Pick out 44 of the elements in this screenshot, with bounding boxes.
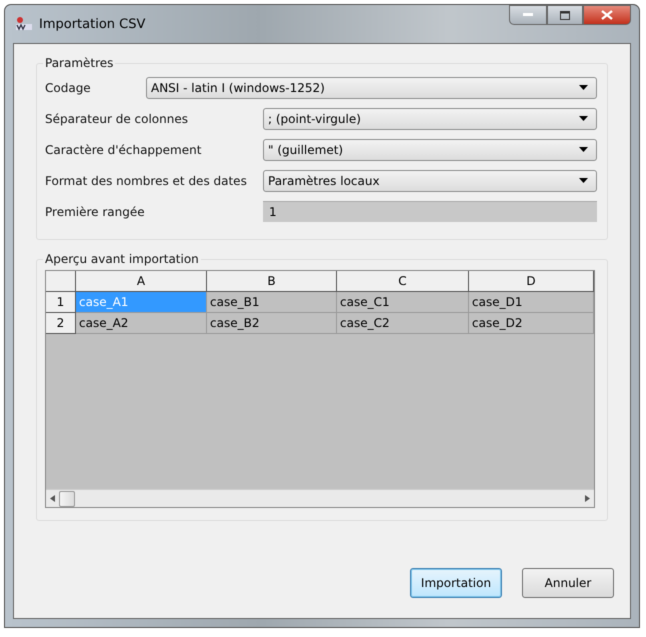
table-cell[interactable]: case_C1 [337,292,469,313]
column-header[interactable]: B [207,271,337,292]
minimize-icon [523,13,533,17]
row-header[interactable]: 2 [46,313,76,334]
scrollbar-thumb[interactable] [59,490,75,506]
table-cell[interactable]: case_C2 [337,313,469,334]
close-button[interactable] [583,5,631,25]
dropdown[interactable]: ; (point-virgule) [263,108,597,130]
maximize-icon [560,10,570,20]
column-header[interactable]: C [337,271,469,292]
window-title: Importation CSV [39,16,146,32]
maximize-button[interactable] [547,5,583,25]
field-label: Caractère d'échappement [45,142,202,156]
field-label: Codage [45,80,92,94]
dropdown-arrow-icon [579,85,588,90]
table-cell[interactable]: case_B2 [207,313,337,334]
column-header[interactable]: A [76,271,207,292]
field-label: Format des nombres et des dates [45,174,248,188]
column-header[interactable]: D [469,271,594,292]
row-header[interactable]: 1 [46,292,76,313]
scroll-left-icon[interactable] [50,495,55,502]
table-cell[interactable]: case_B1 [207,292,337,313]
dropdown[interactable]: Paramètres locaux [263,170,597,192]
horizontal-scrollbar[interactable] [46,489,594,507]
input-field[interactable]: 1 [263,201,597,222]
dropdown[interactable]: " (guillemet) [263,138,597,160]
dialog-button[interactable]: Importation [410,568,502,598]
table-cell[interactable]: case_A2 [76,313,207,334]
table-cell[interactable]: case_D1 [469,292,594,313]
scroll-right-icon[interactable] [585,495,590,502]
dropdown-arrow-icon [579,178,588,183]
table-cell[interactable]: case_D2 [469,313,594,334]
minimize-button[interactable] [509,5,547,25]
app-icon [15,16,33,32]
corner-header[interactable] [46,271,76,292]
dropdown-arrow-icon [579,116,588,121]
dialog-button[interactable]: Annuler [522,568,614,598]
group-title: Aperçu avant importation [44,252,200,266]
field-label: Première rangée [45,204,146,218]
close-icon [601,10,613,20]
group-title: Paramètres [44,56,114,70]
field-label: Séparateur de colonnes [45,112,189,126]
dropdown-arrow-icon [579,147,588,152]
dropdown[interactable]: ANSI - latin I (windows-1252) [146,76,597,98]
